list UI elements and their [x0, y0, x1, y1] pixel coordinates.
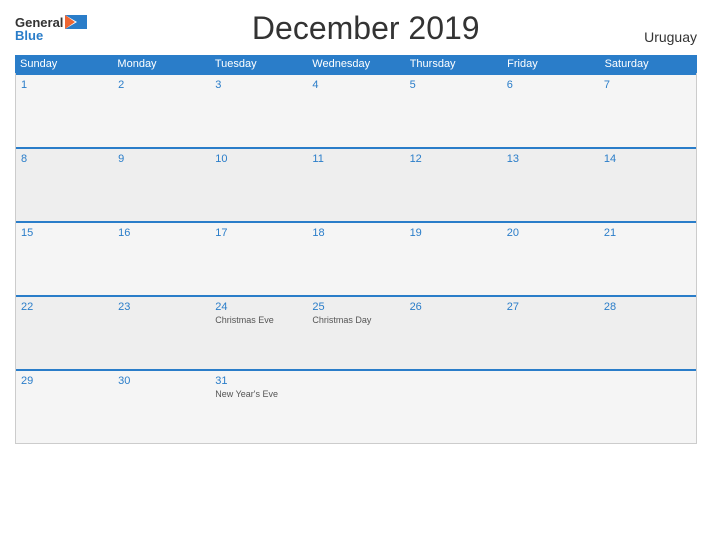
day-number: 12: [410, 153, 497, 165]
day-cell: 8: [16, 149, 113, 221]
day-cell: 22: [16, 297, 113, 369]
calendar-header: General Blue December 2019 Uruguay: [15, 10, 697, 47]
day-cell: 7: [599, 75, 696, 147]
logo-flag-icon: [65, 15, 87, 29]
day-number: 4: [312, 79, 399, 91]
day-cell: [307, 371, 404, 443]
day-number: 5: [410, 79, 497, 91]
day-number: 24: [215, 301, 302, 313]
day-cell: 13: [502, 149, 599, 221]
day-cell: 10: [210, 149, 307, 221]
day-number: 10: [215, 153, 302, 165]
day-cell: 20: [502, 223, 599, 295]
day-number: 6: [507, 79, 594, 91]
day-cell: 15: [16, 223, 113, 295]
day-header-wednesday: Wednesday: [307, 55, 404, 73]
day-cell: 12: [405, 149, 502, 221]
day-event: New Year's Eve: [215, 389, 302, 401]
day-header-friday: Friday: [502, 55, 599, 73]
week-row-4: 22 23 24 Christmas Eve 25 Christmas Day 26 27 28: [16, 295, 696, 369]
day-number: 17: [215, 227, 302, 239]
day-cell: 24 Christmas Eve: [210, 297, 307, 369]
day-cell: 3: [210, 75, 307, 147]
day-cell: 29: [16, 371, 113, 443]
logo: General Blue: [15, 15, 87, 42]
day-header-monday: Monday: [112, 55, 209, 73]
logo-blue-text: Blue: [15, 29, 43, 42]
day-cell: 27: [502, 297, 599, 369]
day-number: 11: [312, 153, 399, 165]
day-cell: 26: [405, 297, 502, 369]
day-cell: 28: [599, 297, 696, 369]
day-cell: 2: [113, 75, 210, 147]
day-number: 14: [604, 153, 691, 165]
day-number: 3: [215, 79, 302, 91]
day-cell: 14: [599, 149, 696, 221]
day-number: 30: [118, 375, 205, 387]
day-number: 1: [21, 79, 108, 91]
day-cell: 31 New Year's Eve: [210, 371, 307, 443]
day-event: Christmas Eve: [215, 315, 302, 327]
day-number: 15: [21, 227, 108, 239]
day-number: 18: [312, 227, 399, 239]
day-header-thursday: Thursday: [405, 55, 502, 73]
calendar-country: Uruguay: [644, 29, 697, 47]
day-cell: 17: [210, 223, 307, 295]
week-row-3: 15 16 17 18 19 20 21: [16, 221, 696, 295]
calendar-body: 123456789101112131415161718192021222324C…: [15, 73, 697, 444]
day-cell: 1: [16, 75, 113, 147]
day-number: 8: [21, 153, 108, 165]
week-row-5: 29 30 31 New Year's Eve: [16, 369, 696, 443]
day-number: 27: [507, 301, 594, 313]
day-cell: 16: [113, 223, 210, 295]
day-cell: 6: [502, 75, 599, 147]
week-row-2: 89 10 11 12 13 14: [16, 147, 696, 221]
day-header-saturday: Saturday: [600, 55, 697, 73]
day-cell: [599, 371, 696, 443]
day-cell: [502, 371, 599, 443]
day-cell: 25 Christmas Day: [307, 297, 404, 369]
day-number: 13: [507, 153, 594, 165]
logo-general-text: General: [15, 16, 63, 29]
calendar-title: December 2019: [87, 10, 644, 47]
day-cell: [405, 371, 502, 443]
day-headers-row: Sunday Monday Tuesday Wednesday Thursday…: [15, 55, 697, 73]
day-cell: 30: [113, 371, 210, 443]
day-number: 28: [604, 301, 691, 313]
day-event: Christmas Day: [312, 315, 399, 327]
day-number: 25: [312, 301, 399, 313]
calendar-container: General Blue December 2019 Uruguay Sunda…: [0, 0, 712, 550]
day-number: 21: [604, 227, 691, 239]
day-number: 29: [21, 375, 108, 387]
day-header-sunday: Sunday: [15, 55, 112, 73]
day-number: 19: [410, 227, 497, 239]
day-cell: 23: [113, 297, 210, 369]
day-cell: 18: [307, 223, 404, 295]
day-number: 7: [604, 79, 691, 91]
day-header-tuesday: Tuesday: [210, 55, 307, 73]
week-row-1: 1234567: [16, 73, 696, 147]
day-number: 31: [215, 375, 302, 387]
day-number: 2: [118, 79, 205, 91]
day-number: 22: [21, 301, 108, 313]
day-cell: 9: [113, 149, 210, 221]
day-number: 23: [118, 301, 205, 313]
day-cell: 21: [599, 223, 696, 295]
day-cell: 4: [307, 75, 404, 147]
day-number: 16: [118, 227, 205, 239]
day-number: 20: [507, 227, 594, 239]
day-number: 9: [118, 153, 205, 165]
day-number: 26: [410, 301, 497, 313]
day-cell: 11: [307, 149, 404, 221]
day-cell: 5: [405, 75, 502, 147]
day-cell: 19: [405, 223, 502, 295]
